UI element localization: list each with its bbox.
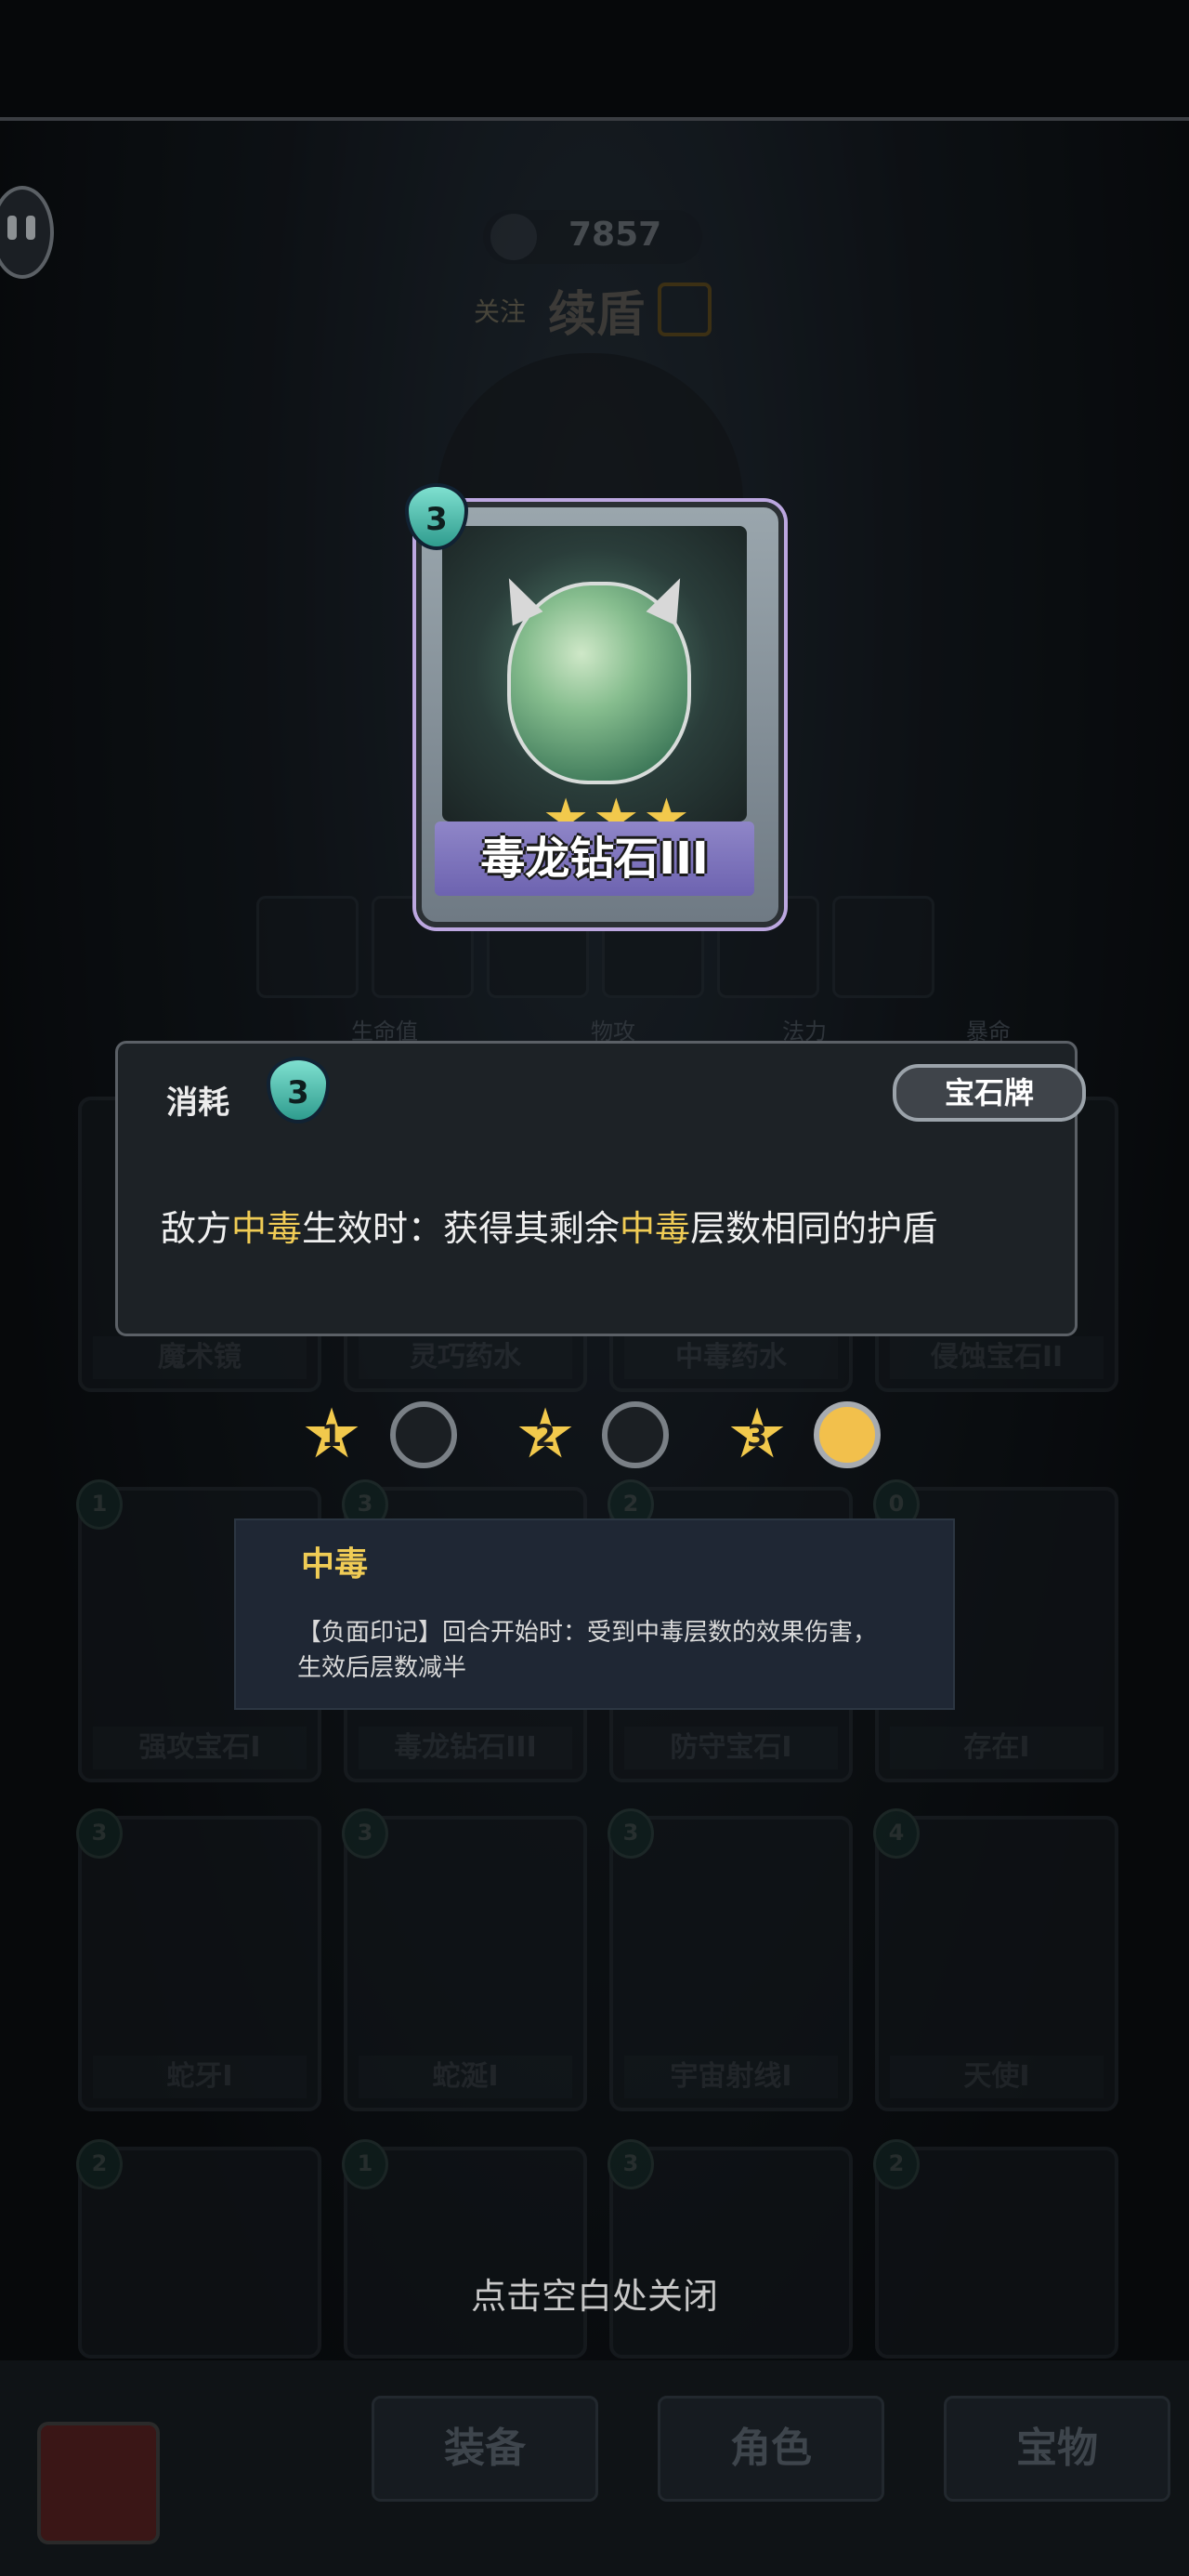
card-detail: ★★★ 毒龙钻石III — [416, 502, 784, 927]
tooltip-text: 【负面印记】回合开始时：受到中毒层数的效果伤害， — [297, 1619, 878, 1647]
effect-text-part: 敌方 — [161, 1208, 232, 1249]
level-3-select[interactable] — [814, 1401, 881, 1468]
level-number: 3 — [746, 1418, 768, 1453]
consume-cost: 3 — [287, 1074, 309, 1111]
level-2-star-icon[interactable]: ★ 2 — [509, 1398, 581, 1470]
keyword-tooltip: 中毒 【负面印记】回合开始时：受到中毒层数的效果伤害， 生效后层数减半 — [234, 1518, 955, 1710]
level-number: 1 — [320, 1418, 343, 1453]
level-1-select[interactable] — [390, 1401, 457, 1468]
consume-label: 消耗 — [166, 1084, 229, 1122]
card-description-panel: 消耗 3 宝石牌 敌方中毒生效时：获得其剩余中毒层数相同的护盾 — [115, 1041, 1086, 1336]
modal-overlay[interactable] — [0, 121, 1189, 2576]
card-type-badge: 宝石牌 — [893, 1064, 1086, 1122]
level-number: 2 — [534, 1418, 556, 1453]
tab-treasure[interactable]: 宝物 — [944, 2396, 1170, 2502]
level-2-select[interactable] — [602, 1401, 669, 1468]
card-effect-text: 敌方中毒生效时：获得其剩余中毒层数相同的护盾 — [161, 1200, 937, 1251]
back-button[interactable] — [37, 2422, 160, 2544]
tooltip-title: 中毒 — [301, 1545, 369, 1584]
card-name: 毒龙钻石III — [435, 821, 754, 896]
status-bar — [0, 0, 1189, 121]
close-hint: 点击空白处关闭 — [470, 2276, 718, 2317]
tooltip-text: 生效后层数减半 — [297, 1654, 467, 1682]
tab-equipment[interactable]: 装备 — [372, 2396, 598, 2502]
level-1-star-icon[interactable]: ★ 1 — [295, 1398, 368, 1470]
poison-keyword[interactable]: 中毒 — [231, 1208, 302, 1249]
effect-text-part: 生效时：获得其剩余 — [302, 1208, 621, 1249]
level-3-star-icon[interactable]: ★ 3 — [721, 1398, 793, 1470]
poison-keyword[interactable]: 中毒 — [620, 1208, 690, 1249]
cost-icon: 3 — [267, 1057, 330, 1124]
tab-character[interactable]: 角色 — [658, 2396, 884, 2502]
effect-text-part: 层数相同的护盾 — [690, 1208, 938, 1249]
card-cost: 3 — [425, 501, 448, 538]
card-art: ★★★ — [442, 526, 747, 848]
